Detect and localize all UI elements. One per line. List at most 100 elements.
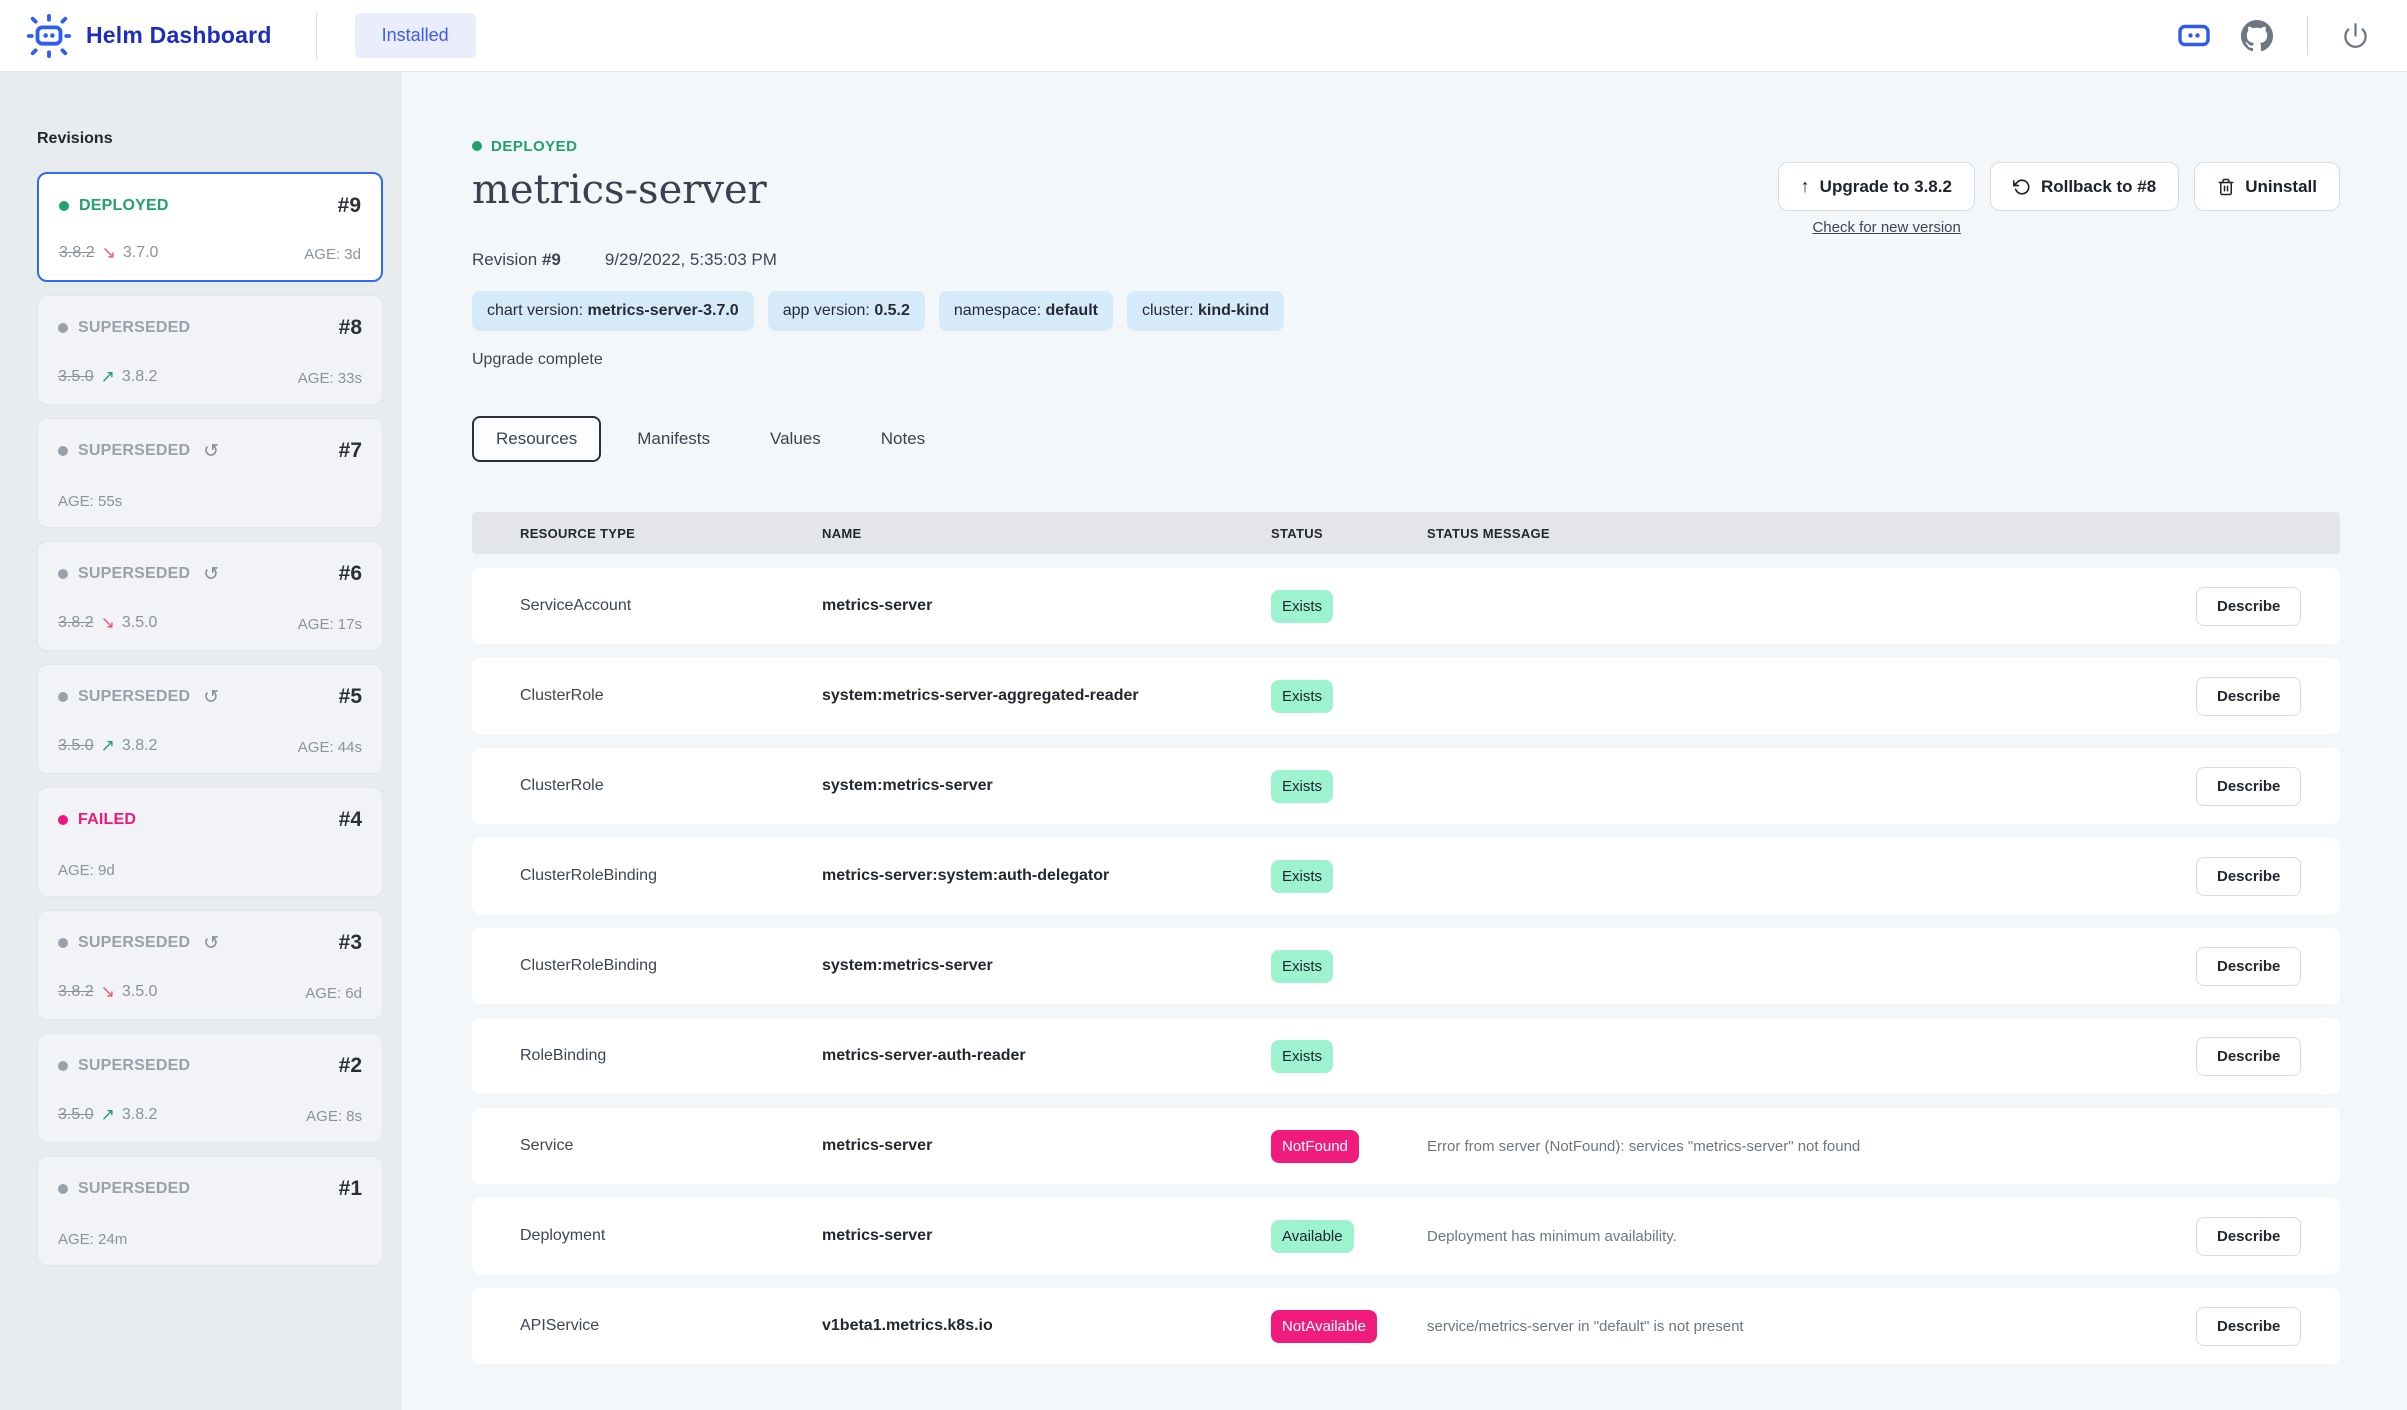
resource-name: metrics-server-auth-reader	[822, 1047, 1271, 1065]
revision-card-3[interactable]: SUPERSEDED ↺ #3 3.8.2 ↘ 3.5.0 AGE: 6d	[37, 910, 383, 1020]
revisions-list: DEPLOYED #9 3.8.2 ↘ 3.7.0 AGE: 3d SUPERS…	[37, 172, 383, 1266]
table-row: Deployment metrics-server Available Depl…	[472, 1198, 2340, 1274]
describe-button[interactable]: Describe	[2196, 1307, 2301, 1346]
revision-number: #2	[339, 1054, 362, 1078]
status-dot-icon	[58, 1061, 68, 1071]
uninstall-button[interactable]: Uninstall	[2194, 162, 2340, 211]
revision-status-label: SUPERSEDED	[78, 442, 190, 460]
github-icon[interactable]	[2241, 20, 2273, 52]
revision-status: SUPERSEDED ↺	[58, 440, 219, 463]
rollback-button[interactable]: Rollback to #8	[1990, 162, 2179, 211]
describe-button[interactable]: Describe	[2196, 857, 2301, 896]
status-badge: Exists	[1271, 680, 1333, 713]
resource-name: metrics-server	[822, 1227, 1271, 1245]
meta-badge-cluster: cluster: kind-kind	[1127, 291, 1284, 331]
revision-status-label: SUPERSEDED	[78, 934, 190, 952]
revision-card-8[interactable]: SUPERSEDED #8 3.5.0 ↗ 3.8.2 AGE: 33s	[37, 295, 383, 405]
revision-status: SUPERSEDED ↺	[58, 563, 219, 586]
version-change: 3.8.2 ↘ 3.5.0	[58, 613, 157, 633]
resource-type: ClusterRoleBinding	[520, 957, 822, 975]
status-badge: Exists	[1271, 770, 1333, 803]
resource-name: metrics-server	[822, 1137, 1271, 1155]
old-version: 3.5.0	[58, 737, 94, 755]
release-meta-badges: chart version: metrics-server-3.7.0app v…	[472, 291, 2340, 331]
revision-card-9[interactable]: DEPLOYED #9 3.8.2 ↘ 3.7.0 AGE: 3d	[37, 172, 383, 282]
api-robot-icon[interactable]	[2177, 22, 2211, 49]
describe-button[interactable]: Describe	[2196, 947, 2301, 986]
status-message: Deployment has minimum availability.	[1427, 1228, 2196, 1245]
status-message: Error from server (NotFound): services "…	[1427, 1138, 2196, 1155]
app-title: Helm Dashboard	[86, 22, 272, 49]
status-dot-icon	[58, 692, 68, 702]
revision-number: #4	[339, 808, 362, 832]
revision-card-5[interactable]: SUPERSEDED ↺ #5 3.5.0 ↗ 3.8.2 AGE: 44s	[37, 664, 383, 774]
new-version: 3.8.2	[122, 368, 158, 386]
redeploy-icon: ↺	[203, 563, 219, 586]
tab-manifests[interactable]: Manifests	[613, 416, 734, 462]
resource-type: ServiceAccount	[520, 597, 822, 615]
revision-status-label: FAILED	[78, 811, 136, 829]
nav-installed-tab[interactable]: Installed	[355, 13, 476, 58]
table-header-row: RESOURCE TYPE NAME STATUS STATUS MESSAGE	[472, 512, 2340, 554]
new-version: 3.7.0	[123, 244, 159, 262]
revision-status-label: SUPERSEDED	[78, 688, 190, 706]
version-change: 3.5.0 ↗ 3.8.2	[58, 736, 157, 756]
status-dot-icon	[58, 446, 68, 456]
resource-name: system:metrics-server	[822, 777, 1271, 795]
release-status-badge: DEPLOYED	[472, 136, 2340, 156]
revision-status-label: SUPERSEDED	[78, 319, 190, 337]
version-arrow-icon: ↗	[101, 367, 115, 387]
resource-name: system:metrics-server	[822, 957, 1271, 975]
table-row: RoleBinding metrics-server-auth-reader E…	[472, 1018, 2340, 1094]
old-version: 3.8.2	[58, 983, 94, 1001]
revision-card-2[interactable]: SUPERSEDED #2 3.5.0 ↗ 3.8.2 AGE: 8s	[37, 1033, 383, 1143]
revision-card-1[interactable]: SUPERSEDED #1 AGE: 24m	[37, 1156, 383, 1266]
describe-button[interactable]: Describe	[2196, 1217, 2301, 1256]
release-actions: ↑ Upgrade to 3.8.2 Rollback to #8	[1778, 162, 2340, 236]
trash-icon	[2217, 178, 2235, 196]
tab-notes[interactable]: Notes	[857, 416, 949, 462]
status-dot-icon	[58, 569, 68, 579]
status-badge: NotAvailable	[1271, 1310, 1377, 1343]
tab-resources[interactable]: Resources	[472, 416, 601, 462]
describe-button[interactable]: Describe	[2196, 587, 2301, 626]
old-version: 3.5.0	[58, 368, 94, 386]
table-row: Service metrics-server NotFound Error fr…	[472, 1108, 2340, 1184]
revision-status: SUPERSEDED ↺	[58, 932, 219, 955]
revision-number: #1	[339, 1177, 362, 1201]
describe-button[interactable]: Describe	[2196, 677, 2301, 716]
status-dot-icon	[472, 141, 482, 151]
status-badge: Exists	[1271, 590, 1333, 623]
revision-card-7[interactable]: SUPERSEDED ↺ #7 AGE: 55s	[37, 418, 383, 528]
version-arrow-icon: ↗	[101, 1105, 115, 1125]
robot-logo-icon	[26, 13, 72, 59]
version-change: 3.5.0 ↗ 3.8.2	[58, 1105, 157, 1125]
upgrade-button[interactable]: ↑ Upgrade to 3.8.2	[1778, 162, 1975, 211]
revision-number: #9	[338, 194, 361, 218]
rotate-ccw-icon	[2013, 178, 2031, 196]
release-tabs: Resources Manifests Values Notes	[472, 416, 2340, 462]
version-arrow-icon: ↘	[101, 613, 115, 633]
describe-button[interactable]: Describe	[2196, 767, 2301, 806]
old-version: 3.8.2	[58, 614, 94, 632]
power-icon[interactable]	[2342, 22, 2369, 49]
revision-status-label: SUPERSEDED	[78, 565, 190, 583]
status-dot-icon	[58, 323, 68, 333]
revision-number: #5	[339, 685, 362, 709]
revision-card-4[interactable]: FAILED #4 AGE: 9d	[37, 787, 383, 897]
revision-age: AGE: 33s	[298, 370, 362, 387]
meta-badge-app-version: app version: 0.5.2	[768, 291, 925, 331]
revision-status: DEPLOYED	[59, 197, 169, 215]
meta-badge-namespace: namespace: default	[939, 291, 1113, 331]
revision-number: #8	[339, 316, 362, 340]
revision-status: SUPERSEDED	[58, 1180, 190, 1198]
status-badge: Exists	[1271, 860, 1333, 893]
revision-card-6[interactable]: SUPERSEDED ↺ #6 3.8.2 ↘ 3.5.0 AGE: 17s	[37, 541, 383, 651]
revision-status: FAILED	[58, 811, 136, 829]
check-new-version-link[interactable]: Check for new version	[1778, 219, 1996, 236]
revision-status: SUPERSEDED	[58, 1057, 190, 1075]
release-status-label: DEPLOYED	[491, 138, 578, 155]
resource-type: ClusterRoleBinding	[520, 867, 822, 885]
tab-values[interactable]: Values	[746, 416, 845, 462]
describe-button[interactable]: Describe	[2196, 1037, 2301, 1076]
